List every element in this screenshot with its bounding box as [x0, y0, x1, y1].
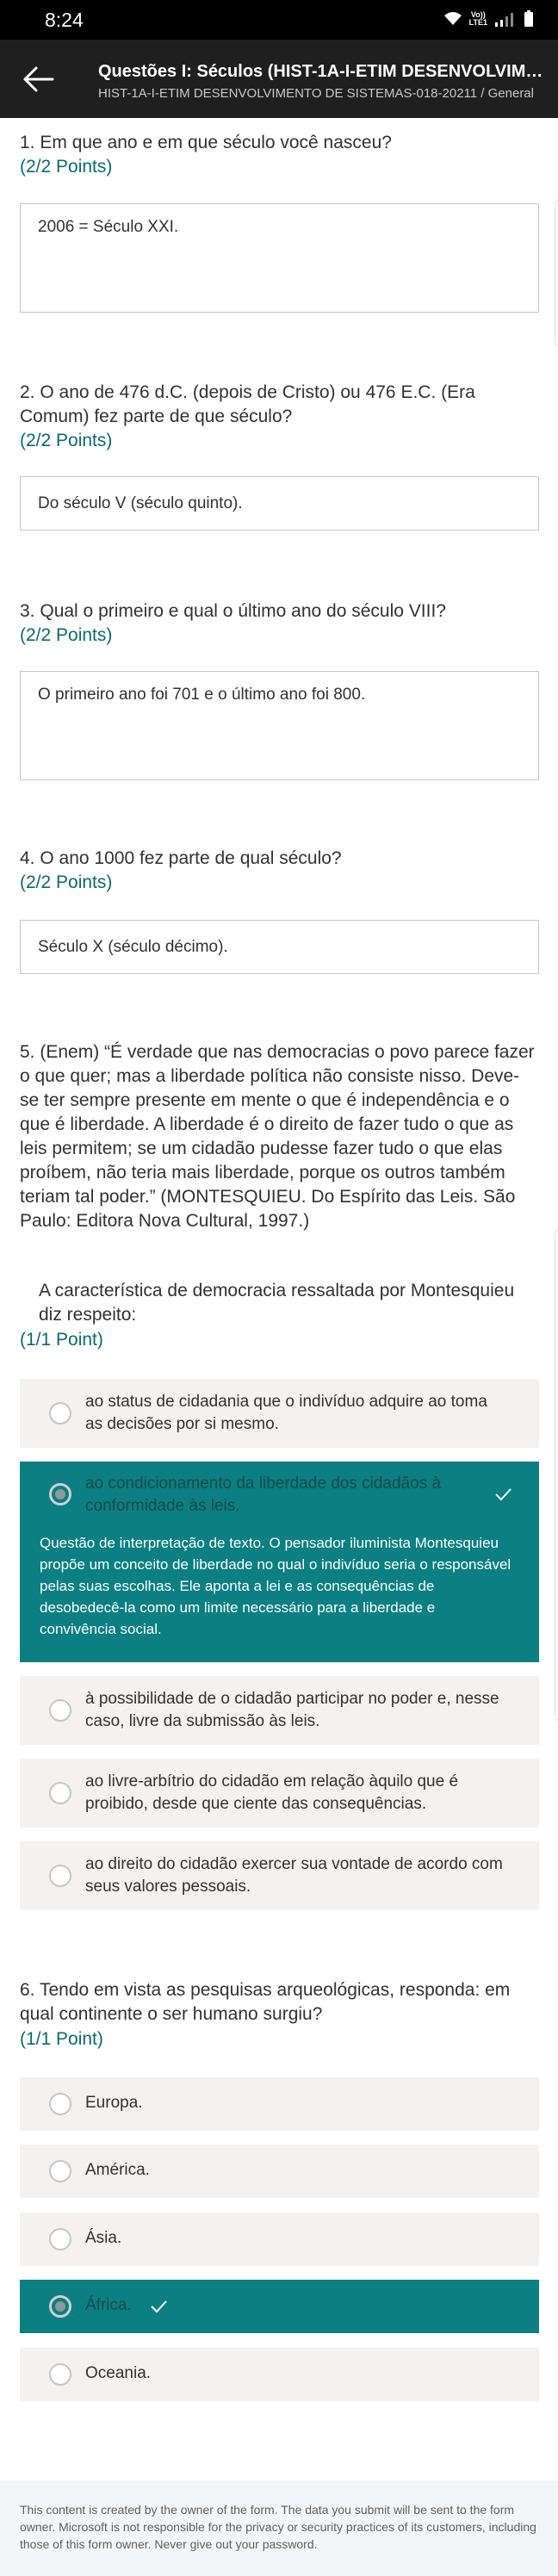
checkmark-icon [495, 1488, 512, 1501]
answer-field[interactable]: 2006 = Século XXI. [20, 203, 539, 313]
radio-button[interactable] [49, 1402, 71, 1425]
question-title: 2. O ano de 476 d.C. (depois de Cristo) … [20, 381, 536, 429]
question-title: 3. Qual o primeiro e qual o último ano d… [20, 599, 536, 624]
wifi-icon [443, 12, 462, 25]
question-number: 3. [20, 601, 35, 621]
question-points: (2/2 Points) [20, 157, 113, 177]
network-label: Vo)) LTE1 [469, 11, 487, 27]
signal-icon [495, 13, 513, 27]
radio-button-selected[interactable] [49, 2295, 71, 2318]
scroll-handle[interactable] [555, 198, 558, 349]
status-bar: 8:24 Vo)) LTE1 [0, 0, 558, 40]
radio-button[interactable] [49, 2363, 71, 2386]
option-label: ao condicionamento da liberdade dos cida… [85, 1474, 442, 1515]
question-text: O ano de 476 d.C. (depois de Cristo) ou … [20, 382, 475, 426]
option-label: Ásia. [85, 2229, 122, 2247]
question-points: (2/2 Points) [20, 625, 113, 645]
scroll-handle[interactable] [555, 1227, 558, 1723]
network-bottom: LTE1 [468, 18, 487, 27]
question-text: Em que ano e em que século você nasceu? [40, 133, 392, 152]
radio-button-selected[interactable] [49, 1483, 71, 1505]
question-title: 6. Tendo em vista as pesquisas arqueológ… [20, 1978, 536, 2027]
question-points: (2/2 Points) [20, 431, 113, 450]
option-label: à possibilidade de o cidadão participar … [85, 1690, 499, 1730]
question-number: 1. [20, 133, 35, 152]
question-text: Qual o primeiro e qual o último ano do s… [40, 601, 446, 621]
radio-button[interactable] [49, 2228, 71, 2250]
answer-field[interactable]: Século X (século décimo). [20, 920, 539, 974]
answer-option[interactable]: ao livre-arbítrio do cidadão em relação … [20, 1759, 539, 1828]
answer-option-selected[interactable]: África. [20, 2280, 539, 2333]
form-subtitle: HIST-1A-I-ETIM DESENVOLVIMENTO DE SISTEM… [98, 86, 534, 101]
option-label: Europa. [85, 2094, 143, 2112]
question-points: (2/2 Points) [20, 872, 113, 892]
question-number: 2. [20, 382, 35, 402]
back-arrow-icon[interactable] [21, 65, 55, 93]
question-number: 5. [20, 1042, 35, 1062]
question-points: (1/1 Point) [20, 1330, 103, 1350]
radio-button[interactable] [49, 2160, 71, 2182]
status-icons: Vo)) LTE1 [443, 10, 534, 28]
answer-option[interactable]: Oceania. [20, 2348, 539, 2401]
answer-option[interactable]: Ásia. [20, 2213, 539, 2266]
question-title: 4. O ano 1000 fez parte de qual século? [20, 847, 536, 871]
app-bar: Questões I: Séculos (HIST-1A-I-ETIM DESE… [0, 40, 558, 118]
radio-button[interactable] [49, 1782, 71, 1804]
option-label: África. [85, 2296, 132, 2314]
question-text: O ano 1000 fez parte de qual século? [40, 848, 342, 868]
answer-feedback: Questão de interpretação de texto. O pen… [40, 1535, 512, 1637]
question-title: 5. (Enem) “É verdade que nas democracias… [20, 1040, 536, 1233]
answer-field[interactable]: Do século V (século quinto). [20, 476, 539, 531]
answer-option[interactable]: América. [20, 2145, 539, 2198]
question-number: 4. [20, 848, 35, 868]
answer-option[interactable]: ao status de cidadania que o indivíduo a… [20, 1379, 539, 1448]
option-label: Oceania. [85, 2364, 152, 2382]
question-text: Tendo em vista as pesquisas arqueológica… [20, 1980, 511, 2024]
question-prompt: A característica de democracia ressaltad… [39, 1281, 515, 1325]
privacy-disclaimer: This content is created by the owner of … [20, 2503, 536, 2551]
radio-button[interactable] [49, 2093, 71, 2115]
checkmark-icon [151, 2300, 167, 2313]
option-label: ao direito do cidadão exercer sua vontad… [85, 1855, 503, 1896]
answer-option[interactable]: à possibilidade de o cidadão participar … [20, 1676, 539, 1745]
option-label: América. [85, 2161, 150, 2179]
answer-option[interactable]: ao direito do cidadão exercer sua vontad… [20, 1841, 539, 1910]
option-label: ao status de cidadania que o indivíduo a… [85, 1393, 487, 1433]
radio-button[interactable] [49, 1865, 71, 1887]
answer-option-selected[interactable]: ao condicionamento da liberdade dos cida… [20, 1462, 539, 1662]
answer-field[interactable]: O primeiro ano foi 701 e o último ano fo… [20, 671, 539, 780]
radio-button[interactable] [49, 1699, 71, 1722]
question-text: (Enem) “É verdade que nas democracias o … [20, 1042, 535, 1231]
question-number: 6. [20, 1980, 35, 2000]
question-title: 1. Em que ano e em que século você nasce… [20, 131, 536, 155]
battery-icon [524, 10, 533, 27]
footer: This content is created by the owner of … [0, 2480, 558, 2576]
option-label: ao livre-arbítrio do cidadão em relação … [85, 1772, 459, 1813]
form-title: Questões I: Séculos (HIST-1A-I-ETIM DESE… [98, 62, 553, 81]
answer-option[interactable]: Europa. [20, 2077, 539, 2131]
status-time: 8:24 [45, 9, 84, 31]
question-points: (1/1 Point) [20, 2029, 103, 2049]
